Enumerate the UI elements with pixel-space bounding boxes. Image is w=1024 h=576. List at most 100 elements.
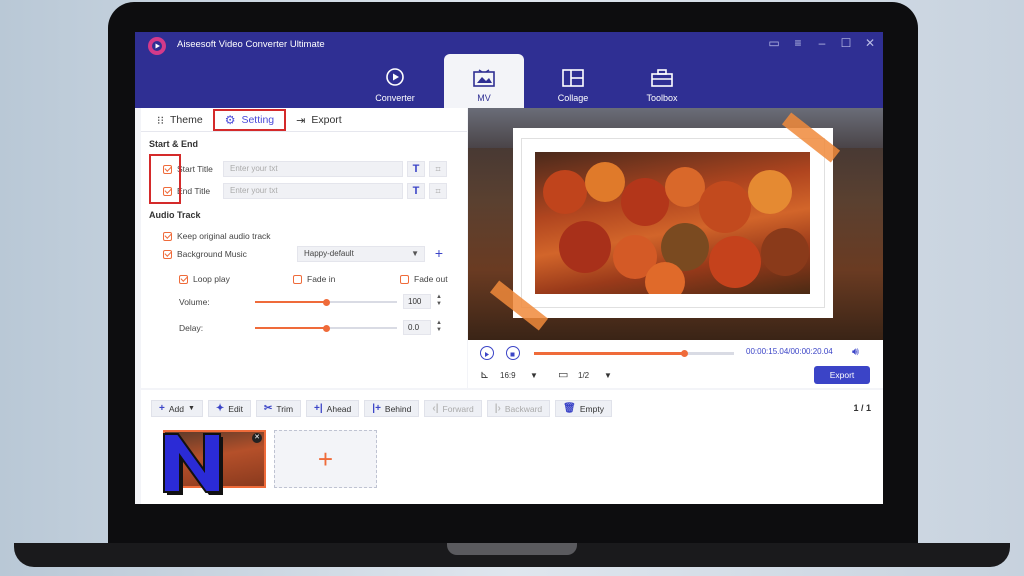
delay-slider[interactable] [255, 324, 397, 332]
section-audio-track: Audio Track [149, 210, 201, 220]
aspect-chevron-icon[interactable]: ▼ [530, 371, 538, 380]
tab-theme-label: Theme [170, 114, 203, 126]
add-clip-slot[interactable]: + [274, 430, 377, 488]
toolbar-button-label: Empty [579, 403, 604, 414]
play-button[interactable] [480, 346, 494, 360]
delay-stepper[interactable]: ▲ ▼ [434, 320, 444, 335]
tab-converter[interactable]: Converter [355, 54, 435, 108]
fade-in-row: Fade in [293, 274, 335, 284]
end-title-text-button[interactable]: T [407, 183, 425, 199]
feedback-icon[interactable]: ▭ [767, 37, 781, 49]
close-icon[interactable]: ✕ [863, 37, 877, 49]
toolbar-add-button[interactable]: + Add ▼ [151, 400, 203, 417]
toolbar-behind-button[interactable]: |+ Behind [364, 400, 420, 417]
collage-icon [562, 69, 584, 87]
scale-chevron-icon[interactable]: ▼ [604, 371, 612, 380]
background-music-checkbox[interactable] [163, 249, 172, 259]
loop-play-checkbox[interactable] [179, 274, 188, 284]
export-button[interactable]: Export [814, 366, 870, 384]
add-icon: + [159, 403, 165, 414]
tab-collage[interactable]: Collage [533, 54, 613, 108]
fade-out-row: Fade out [400, 274, 448, 284]
background-music-label: Background Music [177, 249, 247, 259]
frame-image [535, 152, 810, 294]
stop-button[interactable] [506, 346, 520, 360]
background-music-select[interactable]: Happy-default ▼ [297, 246, 425, 262]
photo-frame [513, 128, 833, 318]
edit-icon: ✦ [215, 403, 225, 414]
remove-clip-icon[interactable]: ✕ [252, 433, 262, 443]
aspect-ratio-value[interactable]: 16:9 [500, 371, 516, 380]
loop-play-label: Loop play [193, 274, 230, 284]
tab-setting-label: Setting [241, 114, 275, 126]
behind-icon: |+ [372, 403, 381, 414]
tab-export[interactable]: ⇥ Export [286, 108, 352, 132]
maximize-icon[interactable]: ☐ [839, 37, 853, 49]
volume-slider-fill [255, 301, 326, 303]
toolbar-button-label: Trim [276, 403, 294, 414]
laptop-notch [447, 543, 577, 555]
forward-icon: ‹| [432, 403, 439, 414]
delay-slider-knob[interactable] [323, 324, 330, 332]
sub-tabs: ⁝⁝ Theme ⚙ Setting ⇥ Export [141, 108, 467, 132]
toolbar-button-label: Ahead [326, 403, 352, 414]
toolbar-trim-button[interactable]: ✂ Trim [255, 400, 302, 417]
monitor-icon: ▭ [558, 369, 569, 381]
menu-icon[interactable]: ≡ [791, 37, 805, 49]
playback-progress[interactable] [534, 350, 734, 357]
volume-slider-knob[interactable] [323, 298, 330, 306]
add-chevron-down-icon[interactable]: ▼ [188, 405, 195, 412]
fade-in-checkbox[interactable] [293, 274, 302, 284]
settings-panel: ⁝⁝ Theme ⚙ Setting ⇥ Export Start & End … [141, 108, 467, 388]
fade-in-label: Fade in [307, 274, 336, 284]
autumn-forest-image [543, 162, 809, 294]
grid-icon: ⁝⁝ [157, 114, 164, 127]
toolbar-backward-button[interactable]: |› Backward [486, 400, 551, 417]
tab-setting[interactable]: ⚙ Setting [212, 109, 287, 131]
volume-label: Volume: [179, 297, 210, 307]
toolbar-empty-button[interactable]: 🗑 Empty [555, 400, 612, 417]
chevron-down-icon: ▼ [411, 249, 419, 258]
fade-out-checkbox[interactable] [400, 274, 409, 284]
n-logo-watermark [163, 433, 223, 495]
toolbar-edit-button[interactable]: ✦ Edit [207, 400, 251, 417]
volume-icon[interactable]: 🔊︎ [852, 346, 859, 359]
end-title-input[interactable]: Enter your txt [223, 183, 403, 199]
minimize-icon[interactable]: – [815, 37, 829, 49]
tab-label: Converter [375, 93, 415, 103]
timeline-toolbar: + Add ▼ ✦ Edit ✂ Trim +| Ahead |+ Behind ‹| Forward |… [151, 400, 612, 417]
background-music-row: Background Music [163, 249, 247, 259]
page-count: 1 / 1 [853, 403, 871, 413]
keep-original-checkbox[interactable] [163, 231, 172, 241]
delay-value[interactable]: 0.0 [403, 320, 431, 335]
volume-slider[interactable] [255, 298, 397, 306]
tab-toolbox[interactable]: Toolbox [622, 54, 702, 108]
volume-stepper[interactable]: ▲ ▼ [434, 294, 444, 309]
export-icon: ⇥ [296, 114, 306, 127]
tab-theme[interactable]: ⁝⁝ Theme [141, 108, 213, 132]
player-controls: 00:00:15.04/00:00:20.04 🔊︎ ⊾ 16:9 ▼ ▭ 1/… [468, 340, 883, 388]
loop-play-row: Loop play [179, 274, 230, 284]
aspect-ratio-icon: ⊾ [480, 369, 490, 381]
keep-original-label: Keep original audio track [177, 231, 271, 241]
delay-label: Delay: [179, 323, 204, 333]
progress-knob[interactable] [681, 350, 688, 357]
start-title-input[interactable]: Enter your txt [223, 161, 403, 177]
checkbox-highlight [149, 154, 181, 204]
start-title-text-button[interactable]: T [407, 161, 425, 177]
toolbar-button-label: Edit [228, 403, 243, 414]
scale-value[interactable]: 1/2 [578, 371, 589, 380]
volume-value[interactable]: 100 [403, 294, 431, 309]
start-title-edit-button[interactable]: ⌗ [429, 161, 447, 177]
fade-out-label: Fade out [414, 274, 448, 284]
toolbox-icon [651, 69, 673, 87]
end-title-edit-button[interactable]: ⌗ [429, 183, 447, 199]
app-logo-icon [148, 37, 166, 55]
tab-mv[interactable]: MV [444, 54, 524, 108]
progress-fill [534, 352, 684, 355]
toolbar-ahead-button[interactable]: +| Ahead [306, 400, 360, 417]
toolbar-button-label: Forward [442, 403, 474, 414]
toolbar-forward-button[interactable]: ‹| Forward [424, 400, 482, 417]
add-music-button[interactable]: + [431, 246, 447, 262]
tab-label: Collage [557, 93, 589, 103]
